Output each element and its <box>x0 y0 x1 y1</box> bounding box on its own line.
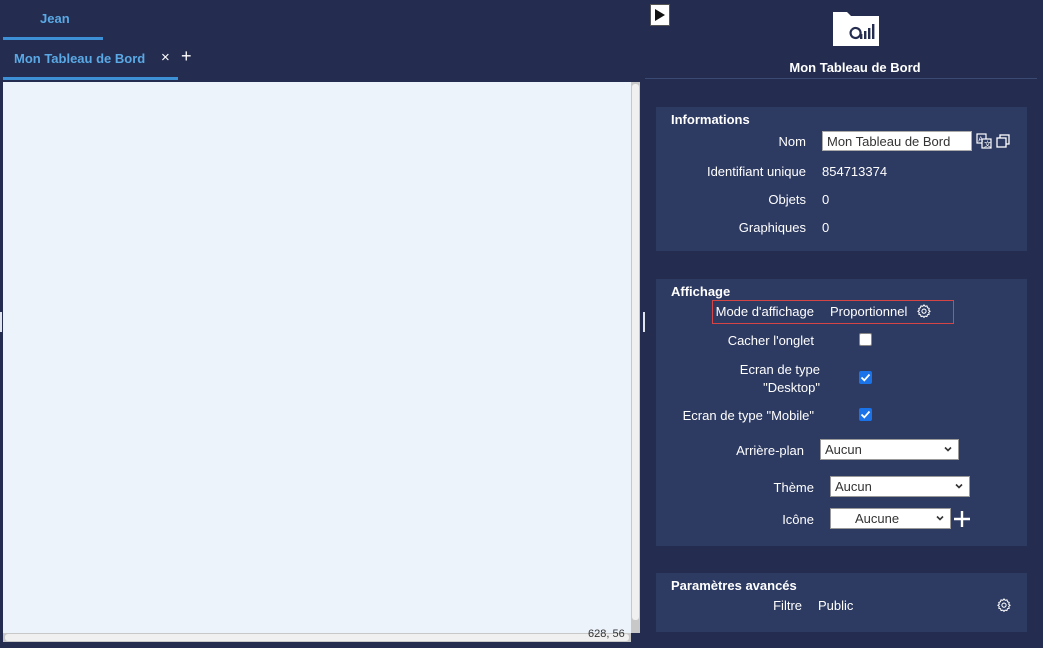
user-tab-label: Jean <box>40 11 70 26</box>
arriere-plan-label: Arrière-plan <box>736 443 804 458</box>
play-icon <box>655 9 665 21</box>
nom-label: Nom <box>778 134 806 149</box>
ecran-desktop-checkbox[interactable] <box>859 371 872 384</box>
dashboard-tab-underline <box>3 77 178 80</box>
vertical-scrollbar-thumb[interactable] <box>632 84 639 620</box>
affichage-section: Affichage Mode d'affichage Proportionnel… <box>656 279 1027 546</box>
arriere-plan-select[interactable]: Aucun <box>820 439 959 460</box>
add-tab-icon[interactable]: + <box>181 46 192 67</box>
icone-select[interactable]: Aucune <box>830 508 951 529</box>
identifiant-value: 854713374 <box>822 164 888 179</box>
horizontal-scrollbar[interactable] <box>3 633 631 642</box>
chevron-down-icon <box>955 483 963 489</box>
user-tab[interactable]: Jean <box>3 0 103 40</box>
mode-affichage-value[interactable]: Proportionnel <box>830 304 907 319</box>
arriere-plan-value: Aucun <box>825 442 862 457</box>
left-resize-handle[interactable] <box>0 312 2 332</box>
graphiques-label: Graphiques <box>738 220 806 235</box>
user-tab-underline <box>3 37 103 40</box>
svg-text:文: 文 <box>984 140 991 149</box>
dashboard-editor-pane: Jean Mon Tableau de Bord × + 628, 56 <box>0 0 641 648</box>
filtre-value: Public <box>818 598 854 613</box>
play-button[interactable] <box>650 4 670 26</box>
informations-title: Informations <box>671 112 750 127</box>
copy-icon[interactable] <box>996 134 1010 148</box>
plus-icon[interactable] <box>953 510 971 528</box>
ecran-desktop-label-line2: "Desktop" <box>763 380 820 395</box>
dashboard-tab-label: Mon Tableau de Bord <box>14 51 146 66</box>
nom-input[interactable] <box>822 131 972 151</box>
gear-icon[interactable] <box>997 598 1011 612</box>
ecran-mobile-checkbox[interactable] <box>859 408 872 421</box>
ecran-desktop-label-line1: Ecran de type <box>739 362 820 377</box>
filtre-label: Filtre <box>773 598 802 613</box>
graphiques-value: 0 <box>822 220 830 235</box>
vertical-scrollbar[interactable] <box>631 82 640 633</box>
theme-select[interactable]: Aucun <box>830 476 970 497</box>
canvas-coordinates: 628, 56 <box>588 628 625 640</box>
objets-value: 0 <box>822 192 830 207</box>
title-divider <box>645 78 1037 79</box>
icone-label: Icône <box>782 512 814 527</box>
icone-value: Aucune <box>855 511 900 526</box>
properties-title: Mon Tableau de Bord <box>789 60 921 75</box>
gear-icon[interactable] <box>917 304 931 318</box>
checkmark-icon <box>860 410 871 419</box>
identifiant-label: Identifiant unique <box>706 164 806 179</box>
parametres-avances-title: Paramètres avancés <box>671 578 797 593</box>
checkmark-icon <box>860 373 871 382</box>
chevron-down-icon <box>936 515 944 521</box>
dashboard-folder-icon <box>833 12 879 46</box>
cacher-onglet-label: Cacher l'onglet <box>727 333 814 348</box>
chevron-down-icon <box>944 446 952 452</box>
dashboard-tab[interactable]: Mon Tableau de Bord <box>3 44 178 80</box>
theme-label: Thème <box>773 480 814 495</box>
parametres-avances-section: Paramètres avancés Filtre Public <box>656 573 1027 632</box>
ecran-desktop-label: Ecran de type "Desktop" <box>740 361 820 397</box>
affichage-title: Affichage <box>671 284 731 299</box>
objets-label: Objets <box>768 192 806 207</box>
properties-pane: Mon Tableau de Bord Informations Nom A 文… <box>645 0 1043 648</box>
theme-value: Aucun <box>835 479 872 494</box>
translate-icon[interactable]: A 文 <box>976 133 992 149</box>
svg-text:A: A <box>978 136 983 144</box>
close-tab-icon[interactable]: × <box>161 49 170 66</box>
cacher-onglet-checkbox[interactable] <box>859 333 872 346</box>
horizontal-scrollbar-thumb[interactable] <box>5 634 629 641</box>
mode-affichage-label: Mode d'affichage <box>715 304 814 319</box>
dashboard-canvas[interactable] <box>3 82 631 633</box>
ecran-mobile-label: Ecran de type "Mobile" <box>682 408 814 423</box>
informations-section: Informations Nom A 文 Identifiant unique … <box>656 107 1027 251</box>
